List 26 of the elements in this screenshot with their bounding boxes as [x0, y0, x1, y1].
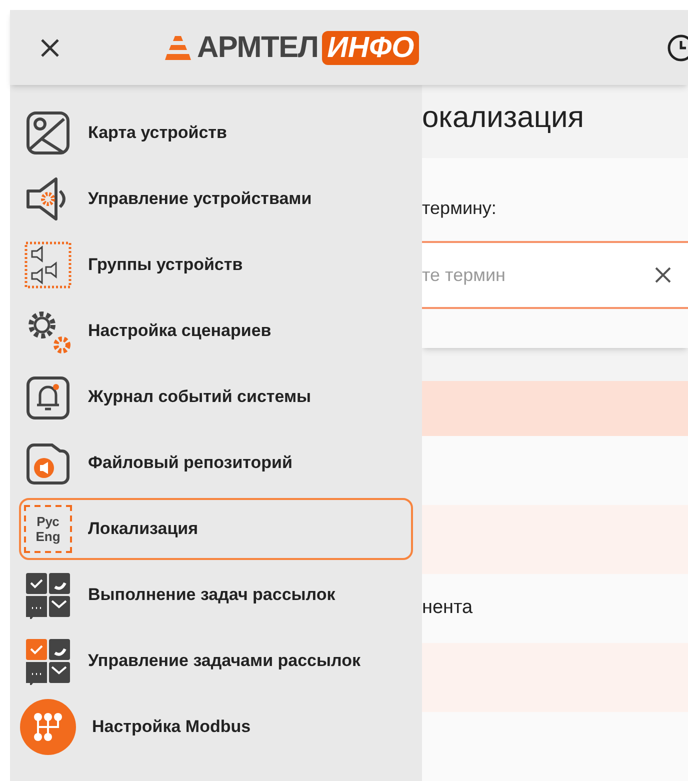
map-pin-icon — [24, 109, 72, 157]
language-icon: Рус Eng — [24, 505, 72, 553]
logo-badge: ИНФО — [322, 30, 420, 64]
menu-item[interactable]: Управление устройствами — [19, 168, 413, 230]
search-field[interactable]: те термин — [422, 241, 688, 309]
menu-item[interactable]: Настройка сценариев — [19, 300, 413, 362]
network-circle-icon — [20, 699, 76, 755]
messaging-tiles-icon — [24, 637, 72, 685]
page-title: окализация — [422, 100, 586, 136]
cone-logo-icon — [162, 34, 194, 62]
menu-item[interactable]: Журнал событий системы — [19, 366, 413, 428]
filter-label: термину: — [422, 197, 498, 220]
messaging-tiles-icon — [24, 571, 72, 619]
clock-icon[interactable] — [666, 32, 688, 62]
menu-item[interactable]: Управление задачами рассылок — [19, 630, 413, 692]
menu-item[interactable]: Группы устройств — [19, 234, 413, 296]
logo-text: АРМТЕЛ — [197, 32, 318, 62]
menu-item[interactable]: Рус Eng Локализация — [19, 498, 413, 560]
menu-item[interactable]: Выполнение задач рассылок — [19, 564, 413, 626]
menu-item[interactable]: Файловый репозиторий — [19, 432, 413, 494]
table-cell-text: нента — [422, 596, 473, 620]
menu-item[interactable]: Настройка Modbus — [19, 696, 413, 758]
clear-icon[interactable] — [654, 266, 672, 284]
menu-item[interactable]: Карта устройств — [19, 102, 413, 164]
speakers-group-icon — [24, 241, 72, 289]
search-input[interactable]: те термин — [422, 262, 654, 288]
